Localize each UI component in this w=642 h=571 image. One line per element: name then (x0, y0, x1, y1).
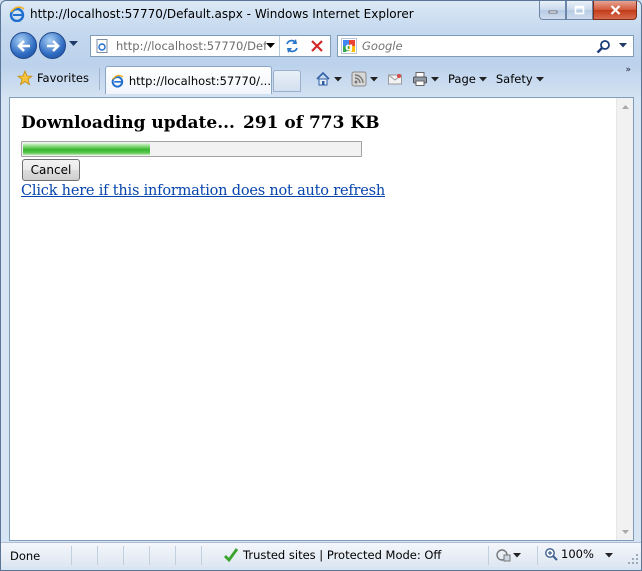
command-bar: Favorites http://localhost:57770/... Pag… (1, 63, 641, 95)
svg-text:g: g (345, 41, 353, 54)
command-tools: Page Safety (315, 68, 553, 90)
back-arrow-icon (16, 39, 30, 52)
status-divider (201, 546, 202, 565)
search-bar[interactable]: g (337, 35, 634, 57)
star-icon (17, 70, 33, 86)
new-tab-button[interactable] (273, 70, 301, 92)
scroll-down-icon (621, 529, 629, 534)
status-divider (175, 546, 176, 565)
zoom-button[interactable]: 100% (544, 547, 594, 561)
status-divider (97, 546, 98, 565)
recent-pages-dropdown[interactable] (69, 41, 78, 47)
read-mail-button[interactable] (387, 71, 403, 87)
close-window-button[interactable] (593, 1, 637, 20)
ie-window: http://localhost:57770/Default.aspx - Wi… (0, 0, 642, 571)
status-text: Done (10, 549, 41, 563)
print-button[interactable] (412, 71, 439, 87)
zoom-dropdown-icon[interactable] (605, 553, 613, 558)
page-icon (96, 39, 108, 53)
maximize-button[interactable] (566, 1, 593, 20)
navigation-bar: g (1, 29, 641, 62)
cancel-button[interactable]: Cancel (22, 159, 80, 181)
feeds-dropdown-icon[interactable] (370, 76, 378, 82)
scroll-up-button[interactable] (617, 98, 633, 115)
google-icon: g (341, 38, 357, 54)
caption-buttons (539, 1, 637, 21)
security-zone[interactable]: Trusted sites | Protected Mode: Off (223, 547, 441, 563)
minimize-button[interactable] (539, 1, 566, 20)
ie-logo-icon (111, 74, 124, 88)
status-divider (149, 546, 150, 565)
page-menu[interactable]: Page (448, 72, 487, 86)
address-input[interactable] (116, 39, 266, 53)
close-icon (610, 5, 620, 15)
chevron-down-icon (535, 76, 544, 81)
print-dropdown-icon[interactable] (431, 76, 439, 82)
download-label: Downloading update... (21, 113, 235, 133)
feeds-button[interactable] (351, 71, 378, 87)
chevron-down-icon (478, 76, 487, 81)
address-bar[interactable] (90, 35, 331, 57)
download-progress-bar (21, 141, 362, 157)
search-dropdown[interactable] (619, 43, 627, 48)
title-bar: http://localhost:57770/Default.aspx - Wi… (1, 1, 641, 29)
maximize-icon (574, 5, 585, 15)
forward-arrow-icon (46, 39, 60, 52)
home-icon (316, 71, 330, 86)
safety-menu[interactable]: Safety (496, 72, 544, 86)
mail-icon (388, 74, 402, 85)
zoom-icon (545, 548, 558, 561)
page-menu-label: Page (448, 72, 476, 86)
favorites-label: Favorites (37, 71, 89, 85)
address-dropdown[interactable] (266, 43, 275, 49)
page-content: Downloading update... 291 of 773 KB Canc… (9, 97, 634, 541)
back-button[interactable] (10, 32, 37, 59)
forward-button[interactable] (39, 32, 66, 59)
popup-blocker-button[interactable] (495, 547, 521, 563)
safety-menu-label: Safety (495, 72, 533, 86)
address-separator (279, 36, 280, 56)
manual-refresh-link[interactable]: Click here if this information does not … (21, 183, 385, 199)
scroll-up-icon (621, 104, 629, 109)
zone-label: Trusted sites | Protected Mode: Off (243, 548, 442, 562)
checkmark-icon (224, 548, 239, 563)
progress-fill (23, 143, 150, 155)
scroll-down-button[interactable] (617, 523, 633, 540)
tab-title: http://localhost:57770/... (128, 73, 271, 88)
resize-grip-icon[interactable] (628, 554, 639, 565)
print-icon (413, 72, 427, 86)
chevron-down-icon (513, 552, 521, 557)
popup-blocker-icon (496, 549, 511, 562)
status-divider (537, 546, 538, 565)
vertical-scrollbar[interactable] (616, 98, 633, 540)
download-status: Downloading update... 291 of 773 KB (21, 113, 380, 137)
window-title: http://localhost:57770/Default.aspx - Wi… (30, 7, 414, 21)
status-divider (488, 546, 489, 565)
zoom-level: 100% (561, 547, 594, 561)
ie-logo-icon (9, 6, 25, 22)
search-icon[interactable] (596, 39, 611, 54)
stop-icon[interactable] (309, 38, 325, 54)
favorites-separator (99, 68, 100, 90)
status-bar: Done Trusted sites | Protected Mode: Off… (1, 542, 641, 567)
tab-current[interactable]: http://localhost:57770/... (105, 66, 272, 94)
home-button[interactable] (315, 71, 342, 87)
status-divider (71, 546, 72, 565)
favorites-button[interactable]: Favorites (11, 66, 95, 90)
minimize-icon (548, 10, 557, 14)
more-commands-chevron-icon[interactable]: » (625, 65, 631, 75)
download-count: 291 of 773 KB (243, 113, 380, 133)
home-dropdown-icon[interactable] (334, 76, 342, 82)
refresh-icon[interactable] (284, 38, 300, 54)
rss-icon (351, 71, 367, 87)
status-divider (123, 546, 124, 565)
search-input[interactable] (362, 39, 582, 53)
